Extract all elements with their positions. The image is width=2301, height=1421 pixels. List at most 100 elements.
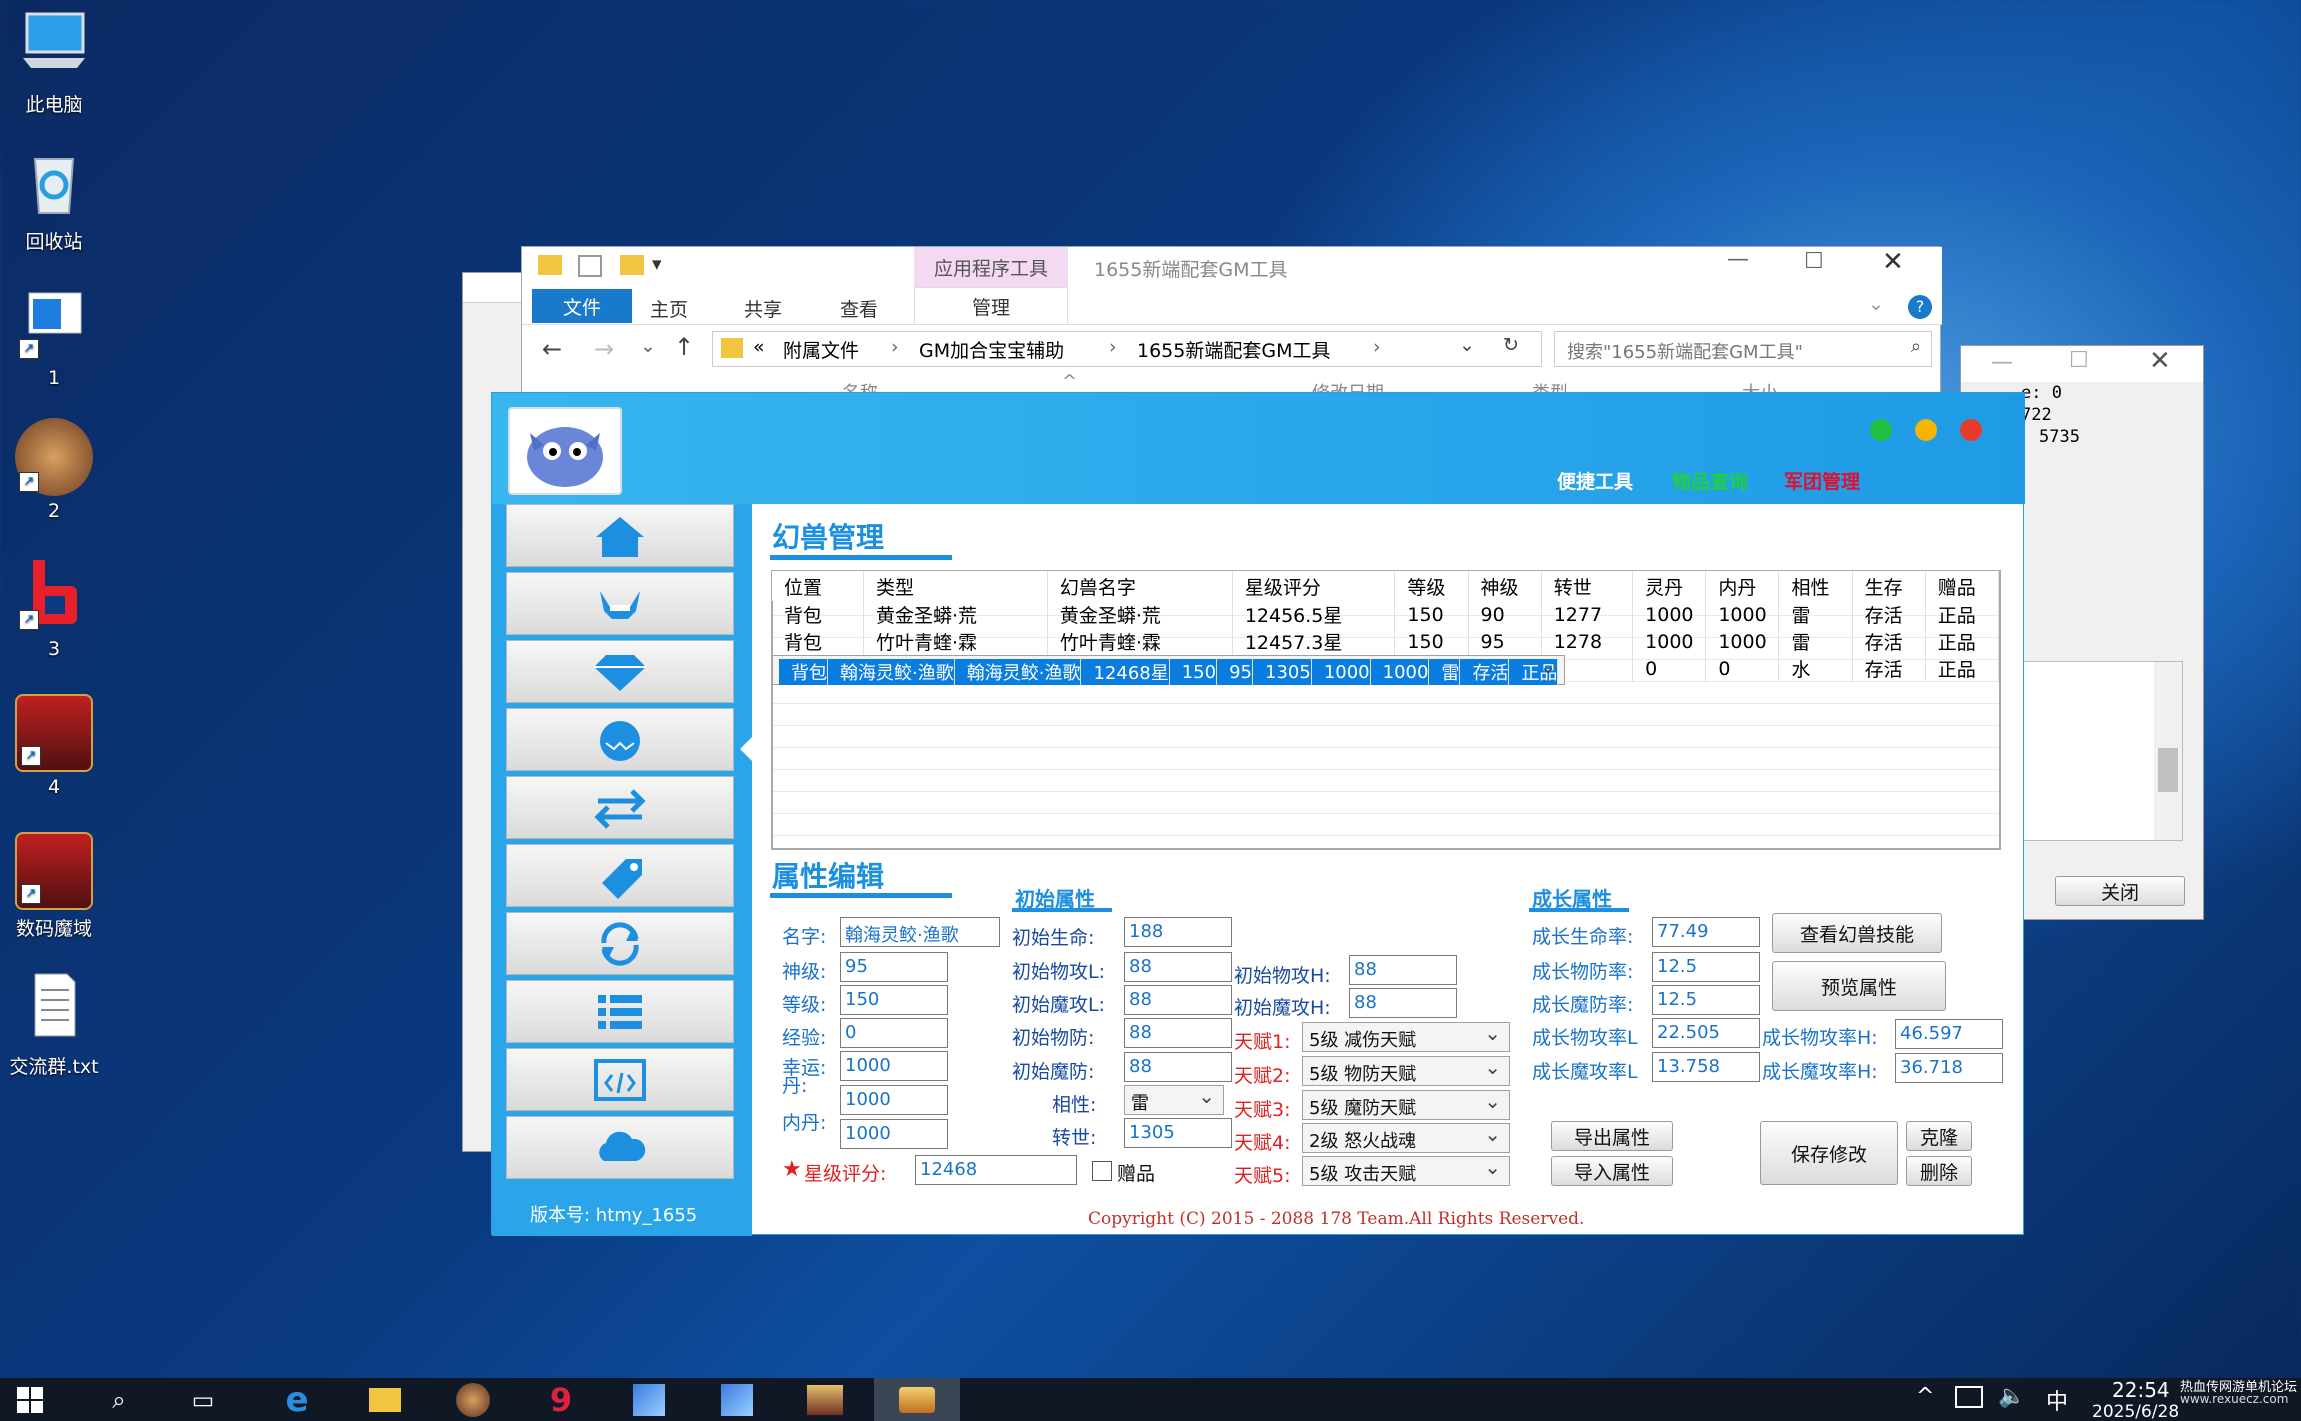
help-icon[interactable]: ?: [1908, 295, 1932, 319]
sidebar-item-refresh[interactable]: [506, 912, 734, 975]
scrollbar[interactable]: [2154, 662, 2182, 840]
pet-table[interactable]: 位置 类型 幻兽名字 星级评分 等级 神级 转世 灵丹 内丹 相性 生存 赠品 背包 黄金圣蟒·荒 黄金圣…: [772, 571, 2000, 685]
output-list[interactable]: [2023, 661, 2183, 841]
name-field[interactable]: 翰海灵鲛·渔歌: [840, 917, 1000, 947]
scrollbar-thumb[interactable]: [2158, 748, 2178, 792]
table-column-header[interactable]: 位置: [772, 571, 864, 601]
save-button[interactable]: 保存修改: [1760, 1121, 1898, 1185]
growth-matk-h-field[interactable]: 36.718: [1895, 1053, 2003, 1083]
tab-share[interactable]: 共享: [744, 295, 782, 322]
table-row[interactable]: 背包 竹叶青蝰·霖 竹叶青蝰·霖 12457.3星 150 95 1278 1000 1000 雷…: [772, 628, 2000, 655]
growth-matk-l-field[interactable]: 13.758: [1652, 1052, 1760, 1082]
init-matk-l-field[interactable]: 88: [1124, 985, 1232, 1015]
up-arrow-icon[interactable]: ↑: [674, 333, 694, 361]
gm-tool-taskbar-icon[interactable]: [874, 1378, 960, 1421]
init-patk-l-field[interactable]: 88: [1124, 952, 1232, 982]
minimize-icon[interactable]: —: [1727, 247, 1749, 272]
breadcrumb-item[interactable]: 1655新端配套GM工具: [1137, 336, 1330, 363]
network-icon[interactable]: [1955, 1386, 1983, 1408]
forward-arrow-icon[interactable]: →: [594, 335, 614, 363]
file-explorer-window[interactable]: ▾ 应用程序工具 1655新端配套GM工具 — ☐ ✕ 文件 主页 共享 查看 …: [521, 246, 1942, 406]
gift-checkbox[interactable]: [1092, 1161, 1112, 1181]
desktop-icon-this-pc[interactable]: 此电脑: [4, 8, 104, 117]
reincarnation-field[interactable]: 1305: [1124, 1118, 1232, 1148]
level-field[interactable]: 150: [840, 985, 948, 1015]
green-dot-icon[interactable]: [1870, 419, 1892, 441]
preview-attr-button[interactable]: 预览属性: [1772, 961, 1946, 1011]
import-attr-button[interactable]: 导入属性: [1551, 1156, 1673, 1186]
sidebar-item-diamond[interactable]: [506, 640, 734, 703]
table-column-header[interactable]: 生存: [1852, 571, 1926, 601]
close-icon[interactable]: ✕: [1882, 247, 1904, 277]
nav-item-query[interactable]: 物品查询: [1672, 467, 1748, 494]
star-rating-field[interactable]: 12468: [915, 1155, 1077, 1185]
table-column-header[interactable]: 相性: [1778, 571, 1853, 601]
maximize-icon[interactable]: ☐: [2069, 348, 2089, 373]
new-folder-icon[interactable]: [620, 255, 644, 275]
growth-patk-h-field[interactable]: 46.597: [1895, 1019, 2003, 1049]
clock-time[interactable]: 22:54: [2112, 1378, 2170, 1402]
desktop-icon-1[interactable]: ↗ 1: [4, 285, 104, 389]
recent-dropdown-icon[interactable]: ⌄: [640, 335, 656, 357]
tab-view[interactable]: 查看: [840, 295, 878, 322]
minimize-icon[interactable]: —: [1991, 350, 2013, 375]
properties-icon[interactable]: [578, 255, 602, 277]
maximize-icon[interactable]: ☐: [1804, 249, 1824, 274]
talent2-select[interactable]: 5级 物防天赋: [1302, 1055, 1510, 1086]
sidebar-item-cloud[interactable]: [506, 1116, 734, 1179]
sidebar-item-transfer[interactable]: [506, 776, 734, 839]
table-column-header[interactable]: 赠品: [1925, 571, 2000, 601]
start-button[interactable]: [0, 1378, 60, 1421]
sidebar-item-tag[interactable]: [506, 844, 734, 907]
game-client-icon[interactable]: [782, 1378, 868, 1421]
table-column-header[interactable]: 幻兽名字: [1047, 571, 1233, 601]
desktop-icon-txt-file[interactable]: 交流群.txt: [4, 970, 104, 1079]
tray-expand-icon[interactable]: ^: [1916, 1384, 1934, 1409]
desktop-icon-3[interactable]: ↗ 3: [4, 556, 104, 660]
task-view-icon[interactable]: ▭: [160, 1378, 246, 1421]
close-button[interactable]: 关闭: [2055, 876, 2185, 906]
tab-file[interactable]: 文件: [532, 289, 632, 323]
game-taskbar-icon[interactable]: [430, 1378, 516, 1421]
desktop-icon-digital-mouyu[interactable]: ↗ 数码魔域: [4, 832, 104, 941]
clone-button[interactable]: 克隆: [1906, 1121, 1972, 1151]
sidebar-item-code[interactable]: [506, 1048, 734, 1111]
growth-hp-field[interactable]: 77.49: [1652, 917, 1760, 947]
sidebar-item-egg[interactable]: [506, 708, 734, 771]
cube-app-icon[interactable]: [606, 1378, 692, 1421]
growth-pdef-field[interactable]: 12.5: [1652, 952, 1760, 982]
tab-manage[interactable]: 管理: [914, 287, 1068, 325]
minimize-dot-icon[interactable]: [1915, 419, 1937, 441]
quick-access-dropdown-icon[interactable]: ▾: [652, 253, 662, 275]
table-row[interactable]: 背包 翰海灵鲛·渔歌 翰海灵鲛·渔歌 12468星 150 95 1305 1000 1000 雷…: [772, 654, 1566, 685]
close-icon[interactable]: ✕: [2149, 346, 2171, 376]
sidebar-item-list[interactable]: [506, 980, 734, 1043]
app-9-icon[interactable]: 9: [518, 1378, 604, 1421]
init-pdef-field[interactable]: 88: [1124, 1018, 1232, 1048]
lingdan-field[interactable]: 1000: [840, 1051, 948, 1081]
delete-button[interactable]: 删除: [1906, 1156, 1972, 1186]
growth-patk-l-field[interactable]: 22.505: [1652, 1018, 1760, 1048]
table-column-header[interactable]: 内丹: [1705, 571, 1780, 601]
search-input[interactable]: 搜索"1655新端配套GM工具" ⌕: [1554, 331, 1932, 367]
file-explorer-icon[interactable]: [342, 1378, 428, 1421]
chevron-down-icon[interactable]: ⌄: [1459, 334, 1475, 356]
desktop-icon-recycle-bin[interactable]: 回收站: [4, 145, 104, 254]
nav-legion[interactable]: 军团管理: [1784, 467, 1860, 494]
exp-field[interactable]: 0: [840, 1018, 948, 1048]
table-column-header[interactable]: 等级: [1394, 571, 1469, 601]
talent3-select[interactable]: 5级 魔防天赋: [1302, 1089, 1510, 1120]
desktop-icon-4[interactable]: ↗ 4: [4, 694, 104, 798]
table-column-header[interactable]: 灵丹: [1632, 571, 1707, 601]
nav-quick-tools[interactable]: 便捷工具: [1557, 467, 1633, 494]
init-matk-h-field[interactable]: 88: [1349, 988, 1457, 1018]
table-row[interactable]: 背包 黄金圣蟒·荒 黄金圣蟒·荒 12456.5星 150 90 1277 1000 1000 雷…: [772, 601, 2000, 628]
tab-home[interactable]: 主页: [650, 295, 688, 322]
neidan-field[interactable]: 1000: [840, 1085, 948, 1115]
table-column-header[interactable]: 神级: [1468, 571, 1542, 601]
close-dot-icon[interactable]: [1960, 419, 1982, 441]
gm-tool-window[interactable]: 便捷工具 物品查询 军团管理 版本号: htmy_1655 幻兽管理 位置 类型幻…: [491, 392, 2025, 1236]
element-select[interactable]: 雷: [1124, 1084, 1224, 1115]
clock-date[interactable]: 2025/6/28: [2092, 1402, 2179, 1421]
init-patk-h-field[interactable]: 88: [1349, 955, 1457, 985]
